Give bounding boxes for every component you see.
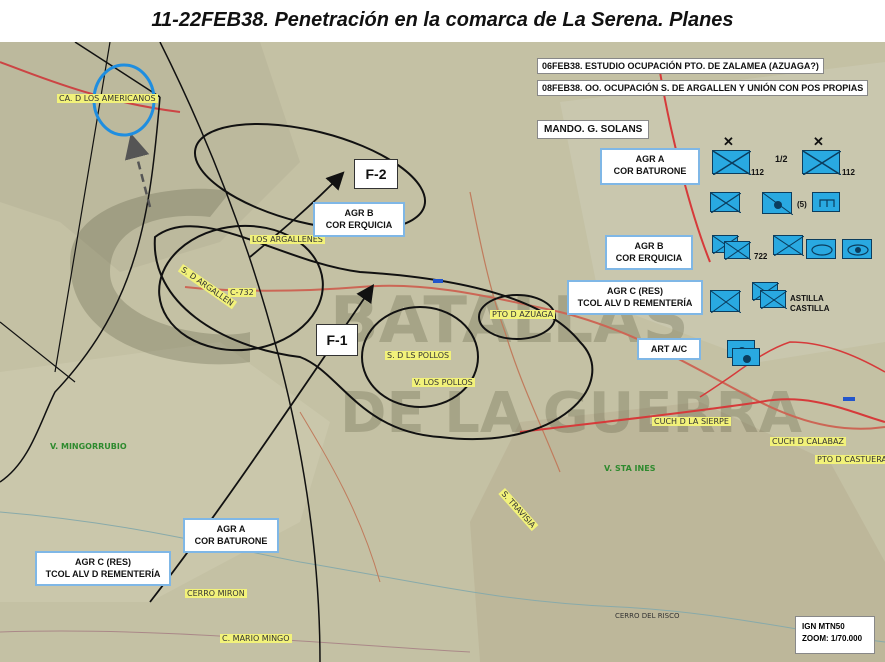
agr-a-map-box: AGR A COR BATURONE <box>183 518 279 553</box>
infantry-battalion-icon <box>773 235 804 256</box>
agr-b-map-box: AGR B COR ERQUICIA <box>313 202 405 237</box>
agr-b-oob-line1: AGR B <box>634 241 664 251</box>
infantry-battalion-icon <box>760 290 787 309</box>
svg-text:DE LA GUERRA: DE LA GUERRA <box>340 381 803 446</box>
unit-5: (5) <box>797 200 807 209</box>
agr-c-map-box: AGR C (RES) TCOL ALV D REMENTERÍA <box>35 551 171 586</box>
agr-c-oob-line1: AGR C (RES) <box>607 286 663 296</box>
agr-c-map-line2: TCOL ALV D REMENTERÍA <box>45 569 161 579</box>
agr-a-map-line2: COR BATURONE <box>194 536 268 546</box>
agr-b-map-line2: COR ERQUICIA <box>325 220 393 230</box>
unit-722: 722 <box>754 252 768 261</box>
place-cerro-risco: CERRO DEL RISCO <box>615 612 680 620</box>
place-pto-castuera: PTO D CASTUERA <box>815 455 885 464</box>
place-cuchi-sierpe: CUCH D LA SIERPE <box>652 417 731 426</box>
artillery-battery-icon <box>732 348 760 366</box>
infantry-battalion-icon <box>724 241 751 260</box>
scale-zoom: ZOOM: 1/70.000 <box>802 634 863 643</box>
art-box: ART A/C <box>637 338 701 360</box>
place-mario-mingo: C. MARIO MINGO <box>220 634 292 643</box>
place-sta-ines: V. STA INES <box>604 464 656 473</box>
brigade-x-mark: ✕ <box>723 134 734 149</box>
unit-112b: 112 <box>842 168 855 177</box>
armor-icon <box>806 239 836 259</box>
infantry-battalion-icon <box>710 192 741 213</box>
agr-a-oob-line2: COR BATURONE <box>613 166 687 176</box>
note-1: 06FEB38. ESTUDIO OCUPACIÓN PTO. DE ZALAM… <box>537 58 824 74</box>
infantry-brigade-icon <box>802 150 841 175</box>
phase-f2: F-2 <box>354 159 398 189</box>
agr-b-oob-box: AGR B COR ERQUICIA <box>605 235 693 270</box>
place-c732: C-732 <box>228 288 256 297</box>
agr-c-oob-box: AGR C (RES) TCOL ALV D REMENTERÍA <box>567 280 703 315</box>
place-v-pollos: V. LOS POLLOS <box>412 378 475 387</box>
infantry-battalion-icon <box>710 290 741 313</box>
scale-source: IGN MTN50 <box>802 622 845 631</box>
page-title: 11-22FEB38. Penetración en la comarca de… <box>0 0 885 42</box>
agr-a-oob-line1: AGR A <box>635 154 665 164</box>
place-mingorrubio: V. MINGORRUBIO <box>50 442 127 451</box>
place-cuch-calabaza: CUCH D CALABAZ <box>770 437 846 446</box>
unit-castilla: CASTILLA <box>790 304 830 313</box>
place-s-pollos: S. D LS POLLOS <box>385 351 452 360</box>
agr-a-map-line1: AGR A <box>216 524 246 534</box>
brigade-x-mark: ✕ <box>813 134 824 149</box>
unit-half: 1/2 <box>775 154 788 164</box>
agr-c-oob-line2: TCOL ALV D REMENTERÍA <box>577 298 693 308</box>
command-box: MANDO. G. SOLANS <box>537 120 650 139</box>
map-area[interactable]: BATALLAS DE LA GUERRA CA. D LOS AMERICAN… <box>0 42 885 662</box>
agr-c-map-line1: AGR C (RES) <box>75 557 131 567</box>
agr-b-oob-line2: COR ERQUICIA <box>615 253 683 263</box>
agr-a-oob-box: AGR A COR BATURONE <box>600 148 700 185</box>
artillery-battery-icon <box>762 192 793 215</box>
unit-astilla: ASTILLA <box>790 294 824 303</box>
armor-artillery-icon <box>842 239 872 259</box>
place-americanos: CA. D LOS AMERICANOS <box>57 94 158 103</box>
agr-b-map-line1: AGR B <box>344 208 374 218</box>
engineer-icon <box>812 192 840 212</box>
unit-112a: 112 <box>751 168 764 177</box>
place-pto-azuaga: PTO D AZUAGA <box>490 310 556 319</box>
phase-f1: F-1 <box>316 324 358 356</box>
place-cerro-miron: CERRO MIRON <box>185 589 247 598</box>
infantry-brigade-icon <box>712 150 751 175</box>
note-2: 08FEB38. OO. OCUPACIÓN S. DE ARGALLEN Y … <box>537 80 869 96</box>
scale-box: IGN MTN50 ZOOM: 1/70.000 <box>795 616 875 654</box>
